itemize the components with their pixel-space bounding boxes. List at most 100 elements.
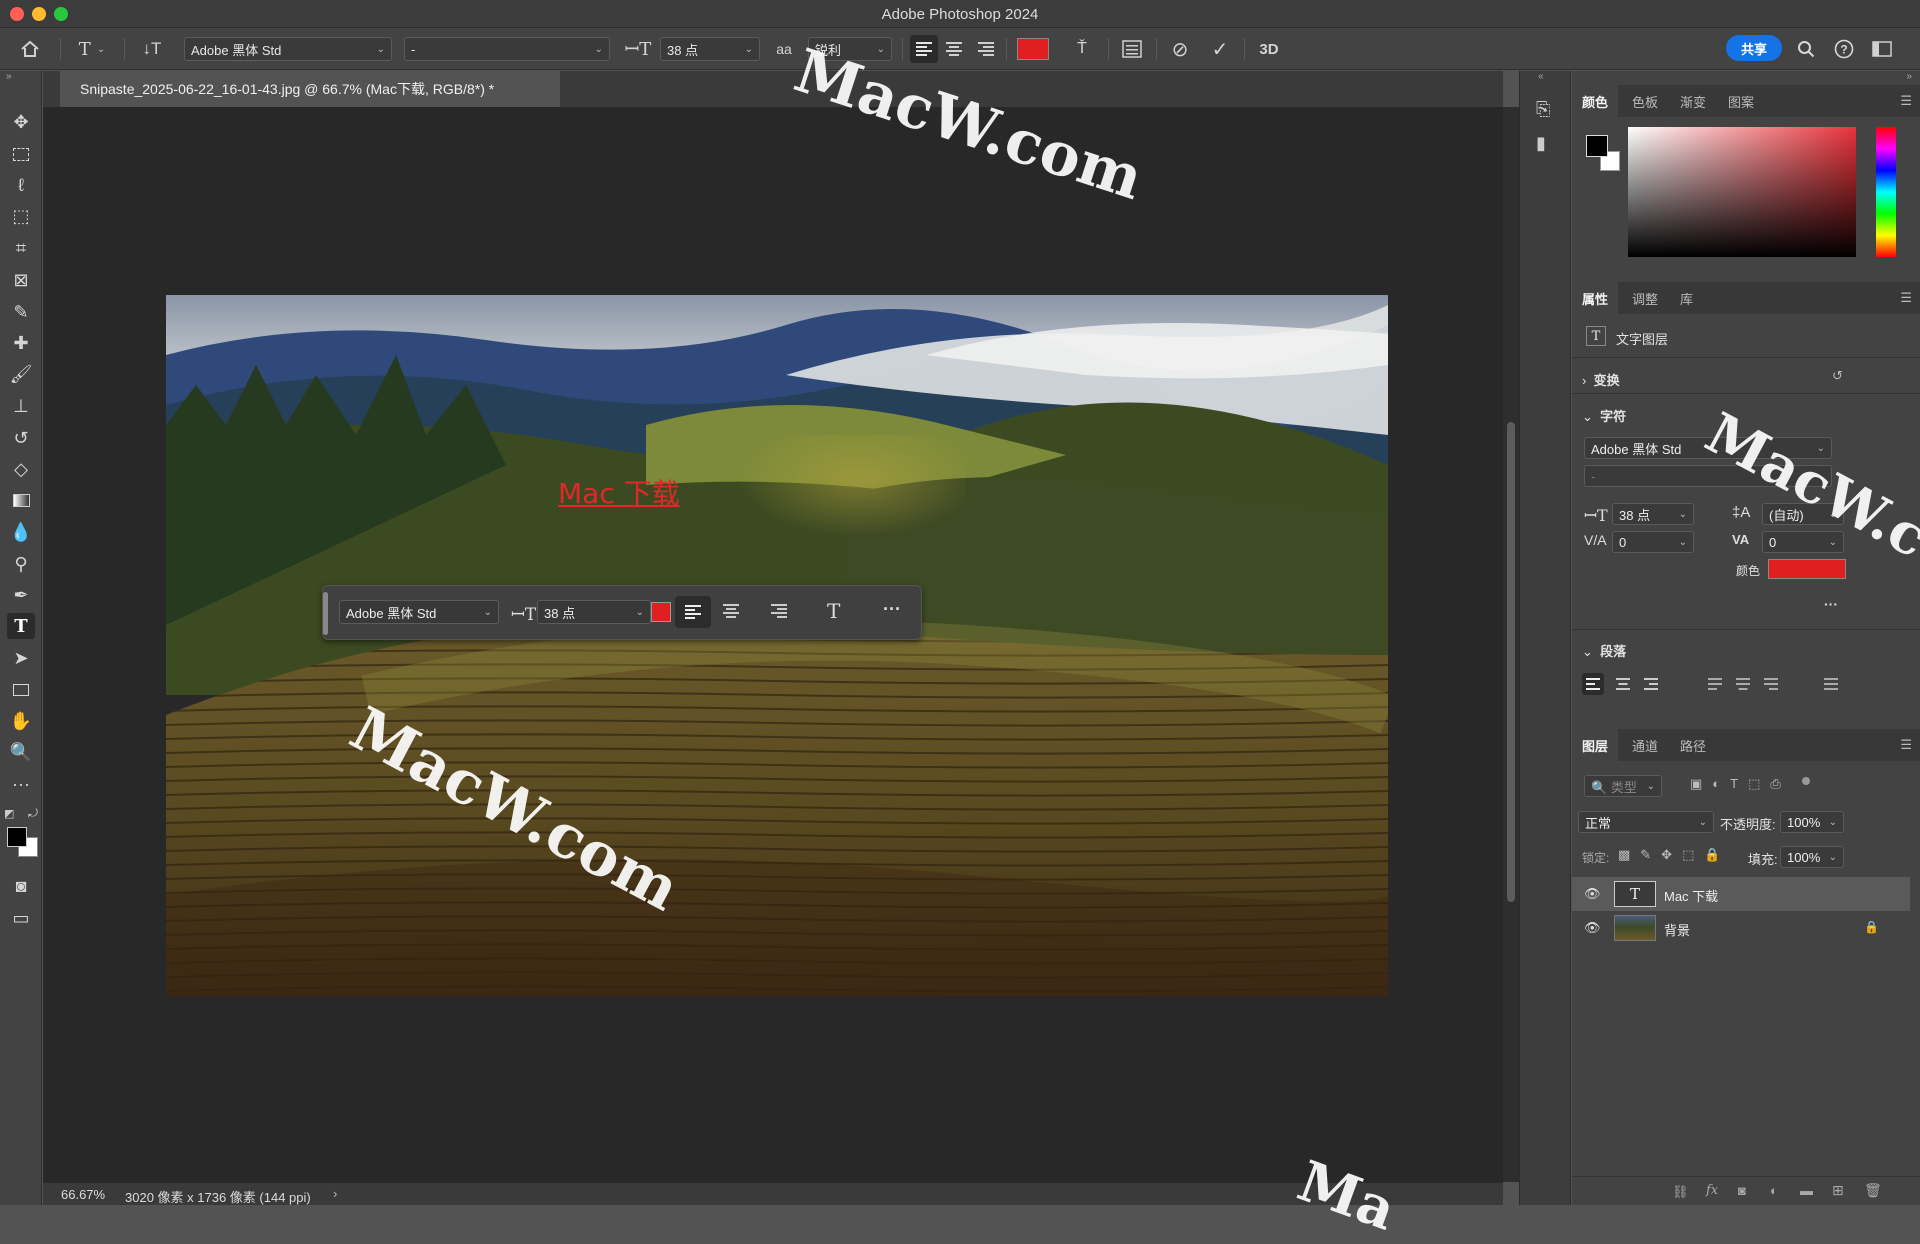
color-panel-menu-icon[interactable]: ☰: [1900, 93, 1912, 109]
quick-mask-icon[interactable]: ◙: [7, 873, 35, 899]
crop-tool-icon[interactable]: ⌗: [7, 235, 35, 261]
para-justify-all-icon[interactable]: [1824, 678, 1838, 693]
document-tab[interactable]: Snipaste_2025-06-22_16-01-43.jpg @ 66.7%…: [60, 71, 560, 107]
frame-tool-icon[interactable]: ⊠: [7, 267, 35, 293]
zoom-level[interactable]: 66.67%: [61, 1187, 105, 1202]
layer-filter-select[interactable]: 🔍 类型 ⌄: [1584, 775, 1662, 797]
lock-options-icons[interactable]: ▩✎✥⬚🔒: [1618, 847, 1731, 863]
tab-channels[interactable]: 通道: [1622, 729, 1668, 761]
screen-mode-icon[interactable]: ▭: [7, 905, 35, 931]
workspace-icon[interactable]: [1868, 35, 1896, 63]
layer-name[interactable]: Mac 下载: [1664, 886, 1718, 905]
rectangle-tool-icon[interactable]: [7, 677, 35, 703]
ctx-font-size-select[interactable]: 38 点 ⌄: [537, 600, 651, 624]
properties-panel-menu-icon[interactable]: ☰: [1900, 290, 1912, 306]
align-center-icon[interactable]: [940, 35, 968, 63]
hand-tool-icon[interactable]: ✋: [7, 708, 35, 734]
character-section-header[interactable]: ⌄ 字符: [1582, 406, 1626, 425]
color-panel-foreground-swatch[interactable]: [1586, 135, 1608, 157]
props-font-family-select[interactable]: Adobe 黑体 Std ⌄: [1584, 437, 1832, 459]
props-font-style-select[interactable]: -: [1584, 465, 1832, 487]
ctx-text-options-icon[interactable]: T: [827, 599, 840, 623]
font-family-select[interactable]: Adobe 黑体 Std ⌄: [184, 37, 392, 61]
history-panel-icon[interactable]: ⎘: [1536, 99, 1550, 120]
eyedropper-tool-icon[interactable]: ✎: [7, 299, 35, 325]
collapse-panels-icon[interactable]: »: [1906, 71, 1912, 82]
delete-layer-icon[interactable]: 🗑: [1864, 1182, 1882, 1199]
document-image[interactable]: Mac 下载: [166, 295, 1388, 996]
font-style-select[interactable]: - ⌄: [404, 37, 610, 61]
tab-properties[interactable]: 属性: [1572, 282, 1619, 314]
ctx-align-left-icon[interactable]: [675, 596, 711, 628]
new-group-icon[interactable]: ▬: [1800, 1183, 1813, 1198]
props-kerning-field[interactable]: 0 ⌄: [1612, 531, 1694, 553]
color-picker-field[interactable]: [1628, 127, 1856, 257]
foreground-color-swatch[interactable]: [7, 827, 27, 847]
clone-stamp-tool-icon[interactable]: ⊥: [7, 393, 35, 419]
hue-slider[interactable]: [1876, 127, 1896, 257]
gradient-tool-icon[interactable]: [7, 487, 35, 513]
layer-style-icon[interactable]: fx: [1706, 1183, 1718, 1198]
para-align-center-icon[interactable]: [1616, 678, 1630, 693]
default-colors-icon[interactable]: ◩: [4, 807, 14, 820]
history-brush-tool-icon[interactable]: ↺: [7, 425, 35, 451]
layers-panel-menu-icon[interactable]: ☰: [1900, 737, 1912, 753]
para-justify-right-icon[interactable]: [1764, 678, 1778, 693]
new-layer-icon[interactable]: ⊞: [1832, 1182, 1844, 1199]
lock-icon[interactable]: 🔒: [1864, 920, 1879, 934]
ctx-align-right-icon[interactable]: [771, 604, 787, 621]
font-size-select[interactable]: 38 点 ⌄: [660, 37, 760, 61]
share-button[interactable]: 共享: [1726, 35, 1782, 61]
toggle-text-orientation-icon[interactable]: ↓T: [138, 35, 166, 63]
lasso-tool-icon[interactable]: ℓ: [7, 172, 35, 198]
eraser-tool-icon[interactable]: ◇: [7, 456, 35, 482]
type-tool-icon[interactable]: T: [7, 613, 35, 639]
tab-adjustments[interactable]: 调整: [1622, 282, 1668, 314]
object-selection-tool-icon[interactable]: ⬚: [7, 203, 35, 229]
blend-mode-select[interactable]: 正常 ⌄: [1578, 811, 1714, 833]
home-icon[interactable]: [16, 35, 44, 63]
status-menu-icon[interactable]: ›: [333, 1186, 337, 1201]
expand-panels-icon[interactable]: «: [1538, 71, 1544, 82]
move-tool-icon[interactable]: ✥: [7, 109, 35, 135]
tab-libraries[interactable]: 库: [1670, 282, 1703, 314]
reset-transform-icon[interactable]: ↺: [1832, 368, 1843, 384]
filter-toggle[interactable]: [1802, 777, 1810, 785]
layer-name[interactable]: 背景: [1664, 920, 1690, 939]
dodge-tool-icon[interactable]: ⚲: [7, 551, 35, 577]
tab-gradients[interactable]: 渐变: [1670, 85, 1716, 117]
props-leading-field[interactable]: (自动) ⌄: [1762, 503, 1844, 525]
text-color-swatch[interactable]: [1016, 35, 1050, 63]
type-tool-preset-icon[interactable]: T ⌄: [72, 35, 112, 63]
tab-layers[interactable]: 图层: [1572, 729, 1619, 761]
props-tracking-field[interactable]: 0 ⌄: [1762, 531, 1844, 553]
cancel-edit-icon[interactable]: ⊘: [1166, 35, 1194, 63]
character-panel-icon[interactable]: [1118, 35, 1146, 63]
tab-swatches[interactable]: 色板: [1622, 85, 1668, 117]
props-color-swatch[interactable]: [1768, 559, 1846, 579]
adjustment-layer-icon[interactable]: ◐: [1770, 1183, 1778, 1198]
comments-panel-icon[interactable]: ▮: [1536, 133, 1546, 154]
search-icon[interactable]: [1792, 35, 1820, 63]
eye-icon[interactable]: 👁: [1584, 886, 1601, 902]
antialias-select[interactable]: 锐利 ⌄: [808, 37, 892, 61]
canvas-text-layer[interactable]: Mac 下载: [558, 472, 680, 512]
tab-color[interactable]: 颜色: [1572, 85, 1619, 117]
healing-brush-tool-icon[interactable]: ✚: [7, 330, 35, 356]
ctx-font-family-select[interactable]: Adobe 黑体 Std ⌄: [339, 600, 499, 624]
tab-paths[interactable]: 路径: [1670, 729, 1716, 761]
drag-handle[interactable]: [323, 592, 328, 635]
path-selection-tool-icon[interactable]: ➤: [7, 645, 35, 671]
swap-colors-icon[interactable]: ⤾: [28, 806, 38, 821]
para-justify-left-icon[interactable]: [1708, 678, 1722, 693]
tab-patterns[interactable]: 图案: [1718, 85, 1764, 117]
align-left-icon[interactable]: [910, 35, 938, 63]
commit-edit-icon[interactable]: ✓: [1206, 35, 1234, 63]
props-font-size-field[interactable]: 38 点 ⌄: [1612, 503, 1694, 525]
help-icon[interactable]: ?: [1830, 35, 1858, 63]
para-align-right-icon[interactable]: [1644, 678, 1658, 693]
link-layers-icon[interactable]: ⛓: [1672, 1184, 1689, 1200]
transform-section-header[interactable]: › 变换: [1582, 370, 1620, 389]
create-3d-button[interactable]: 3D: [1254, 35, 1284, 63]
props-more-button[interactable]: ···: [1824, 596, 1838, 612]
